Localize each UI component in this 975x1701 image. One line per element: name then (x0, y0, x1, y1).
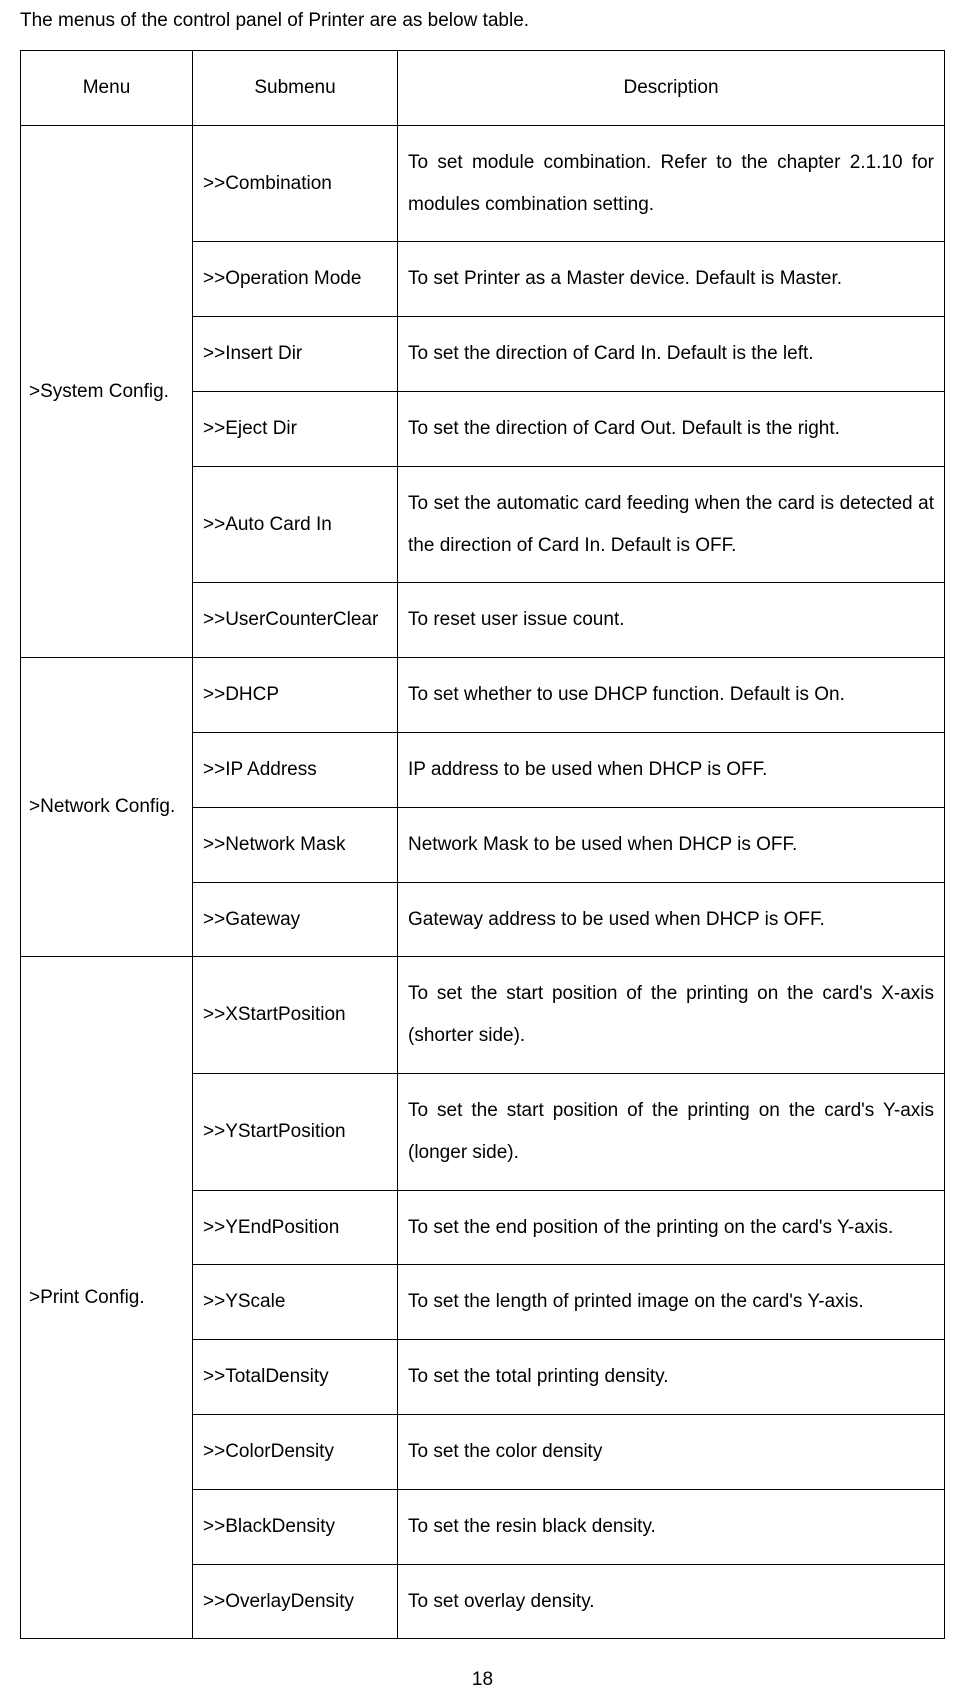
desc-cell: To set whether to use DHCP function. Def… (398, 658, 945, 733)
menu-cell-network: >Network Config. (21, 658, 193, 957)
table-row: >Print Config. >>XStartPosition To set t… (21, 957, 945, 1074)
page-number: 18 (20, 1639, 945, 1701)
header-menu: Menu (21, 51, 193, 126)
submenu-cell: >>BlackDensity (193, 1489, 398, 1564)
desc-cell: Network Mask to be used when DHCP is OFF… (398, 807, 945, 882)
submenu-cell: >>Network Mask (193, 807, 398, 882)
submenu-cell: >>OverlayDensity (193, 1564, 398, 1639)
document-page: The menus of the control panel of Printe… (0, 0, 975, 1701)
menu-cell-print: >Print Config. (21, 957, 193, 1639)
desc-cell: Gateway address to be used when DHCP is … (398, 882, 945, 957)
submenu-cell: >>TotalDensity (193, 1340, 398, 1415)
submenu-cell: >>ColorDensity (193, 1414, 398, 1489)
menu-table: Menu Submenu Description >System Config.… (20, 50, 945, 1639)
table-row: >System Config. >>Combination To set mod… (21, 125, 945, 242)
desc-cell: To set overlay density. (398, 1564, 945, 1639)
submenu-cell: >>Eject Dir (193, 391, 398, 466)
submenu-cell: >>Auto Card In (193, 466, 398, 583)
desc-cell: To set the automatic card feeding when t… (398, 466, 945, 583)
desc-cell: To set the resin black density. (398, 1489, 945, 1564)
table-header-row: Menu Submenu Description (21, 51, 945, 126)
menu-cell-system: >System Config. (21, 125, 193, 657)
desc-cell: To set the start position of the printin… (398, 1073, 945, 1190)
desc-cell: To set the start position of the printin… (398, 957, 945, 1074)
desc-cell: To set the direction of Card In. Default… (398, 317, 945, 392)
table-row: >Network Config. >>DHCP To set whether t… (21, 658, 945, 733)
desc-cell: To set the color density (398, 1414, 945, 1489)
desc-cell: To set the end position of the printing … (398, 1190, 945, 1265)
submenu-cell: >>Operation Mode (193, 242, 398, 317)
desc-cell: To set Printer as a Master device. Defau… (398, 242, 945, 317)
desc-cell: To set the total printing density. (398, 1340, 945, 1415)
desc-cell: To set the direction of Card Out. Defaul… (398, 391, 945, 466)
submenu-cell: >>XStartPosition (193, 957, 398, 1074)
submenu-cell: >>Combination (193, 125, 398, 242)
submenu-cell: >>YEndPosition (193, 1190, 398, 1265)
submenu-cell: >>YScale (193, 1265, 398, 1340)
header-submenu: Submenu (193, 51, 398, 126)
submenu-cell: >>Insert Dir (193, 317, 398, 392)
submenu-cell: >>UserCounterClear (193, 583, 398, 658)
submenu-cell: >>IP Address (193, 732, 398, 807)
intro-text: The menus of the control panel of Printe… (20, 10, 945, 32)
submenu-cell: >>DHCP (193, 658, 398, 733)
header-description: Description (398, 51, 945, 126)
desc-cell: To set module combination. Refer to the … (398, 125, 945, 242)
desc-cell: To set the length of printed image on th… (398, 1265, 945, 1340)
submenu-cell: >>Gateway (193, 882, 398, 957)
desc-cell: To reset user issue count. (398, 583, 945, 658)
submenu-cell: >>YStartPosition (193, 1073, 398, 1190)
desc-cell: IP address to be used when DHCP is OFF. (398, 732, 945, 807)
